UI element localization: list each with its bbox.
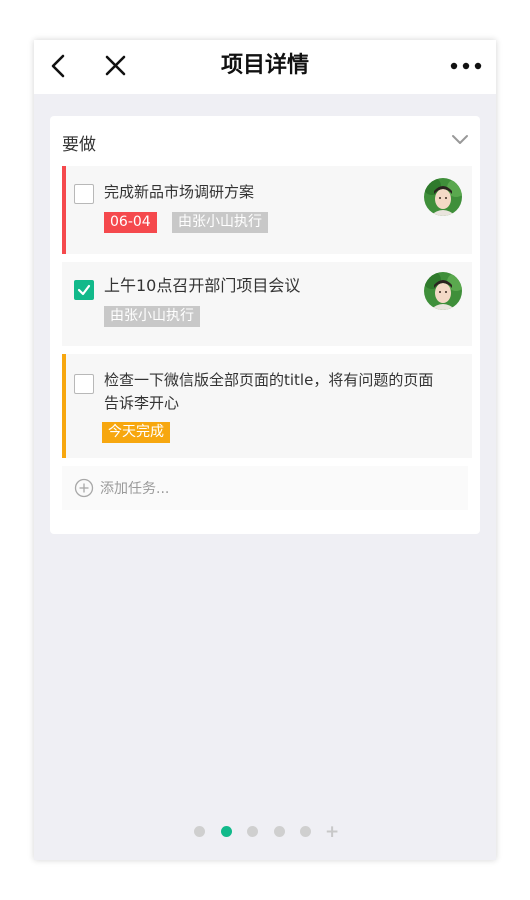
assignee-badge: 由张小山执行: [172, 212, 268, 233]
task-item[interactable]: 上午10点召开部门项目会议 由张小山执行: [62, 262, 472, 346]
task-checkbox-checked[interactable]: [74, 280, 94, 300]
plus-circle-icon[interactable]: [74, 478, 94, 498]
page-dot-active[interactable]: [221, 826, 232, 837]
avatar[interactable]: [424, 272, 462, 310]
navigation-bar: 项目详情: [34, 40, 496, 94]
task-title-line2: 告诉李开心: [104, 394, 180, 412]
due-today-badge: 今天完成: [102, 422, 170, 443]
more-horizontal-icon[interactable]: [448, 52, 484, 82]
due-date-badge: 06-04: [104, 212, 157, 233]
page-indicator: +: [34, 822, 496, 842]
task-title: 上午10点召开部门项目会议: [104, 276, 301, 295]
task-item[interactable]: 完成新品市场调研方案 06-04 由张小山执行: [62, 166, 472, 254]
page-dot[interactable]: [274, 826, 285, 837]
add-page-icon[interactable]: +: [325, 822, 339, 842]
task-title-line1: 检查一下微信版全部页面的title，将有问题的页面: [104, 371, 434, 389]
add-task-row[interactable]: 添加任务...: [62, 466, 468, 510]
assignee-badge: 由张小山执行: [104, 306, 200, 327]
page-title: 项目详情: [220, 53, 309, 78]
task-checkbox[interactable]: [74, 184, 94, 204]
task-title: 完成新品市场调研方案: [104, 183, 255, 201]
page-dot[interactable]: [194, 826, 205, 837]
task-checkbox[interactable]: [74, 374, 94, 394]
checkmark-icon: [77, 284, 91, 296]
phone-screen: 项目详情 要做 完成新品市场调研方案 06-04 由张小山执行 上午10点召开部…: [34, 40, 496, 860]
chevron-down-icon[interactable]: [450, 132, 470, 148]
list-title: 要做: [62, 135, 96, 155]
avatar[interactable]: [424, 178, 462, 216]
page-dot[interactable]: [300, 826, 311, 837]
add-task-placeholder[interactable]: 添加任务...: [100, 478, 169, 498]
page-dot[interactable]: [247, 826, 258, 837]
task-item[interactable]: 检查一下微信版全部页面的title，将有问题的页面 告诉李开心 今天完成: [62, 354, 472, 458]
task-list-card: 要做 完成新品市场调研方案 06-04 由张小山执行 上午10点召开部门项目会议…: [50, 116, 480, 534]
